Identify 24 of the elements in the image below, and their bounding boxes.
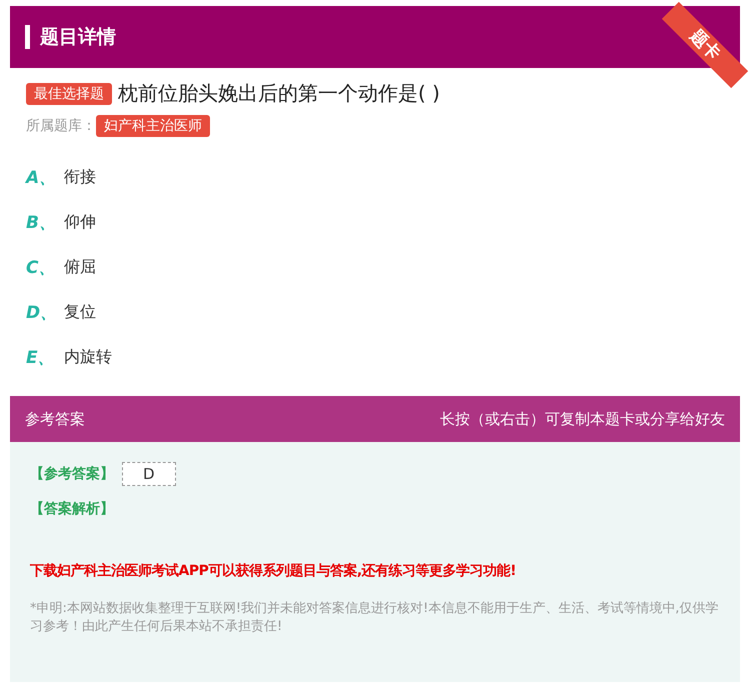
question-type-tag: 最佳选择题 [26, 82, 112, 104]
option-text: 内旋转 [64, 347, 112, 368]
promo-text: 下载妇产科主治医师考试APP可以获得系列题目与答案,还有练习等更多学习功能! [30, 562, 518, 580]
option-text: 衔接 [64, 167, 96, 188]
title-marker [25, 25, 30, 49]
option-letter: C、 [26, 257, 56, 279]
question-text: 枕前位胎头娩出后的第一个动作是( ) [118, 80, 440, 107]
option-letter: A、 [26, 167, 58, 189]
bank-tag[interactable]: 妇产科主治医师 [96, 115, 210, 137]
answer-label: 【参考答案】 [30, 465, 114, 483]
disclaimer-text: *申明:本网站数据收集整理于互联网!我们并未能对答案信息进行核对!本信息不能用于生产、生活、考试等情境中,仅供学习参考！由此产生任何后果本站不承担责任! [30, 600, 720, 636]
corner-ribbon[interactable]: 题卡 [662, 2, 748, 88]
option-letter: B、 [26, 212, 57, 234]
page-title: 题目详情 [40, 25, 116, 50]
option-text: 复位 [64, 302, 96, 323]
share-hint: 长按（或右击）可复制本题卡或分享给好友 [440, 410, 725, 428]
analysis-label: 【答案解析】 [30, 500, 115, 518]
option-text: 仰伸 [64, 212, 96, 233]
option-letter: D、 [26, 302, 58, 324]
bank-label: 所属题库： [26, 117, 96, 135]
option-letter: E、 [26, 347, 56, 369]
answer-value: D [122, 462, 176, 486]
option-text: 俯屈 [64, 257, 96, 278]
answer-title: 参考答案 [25, 410, 85, 428]
